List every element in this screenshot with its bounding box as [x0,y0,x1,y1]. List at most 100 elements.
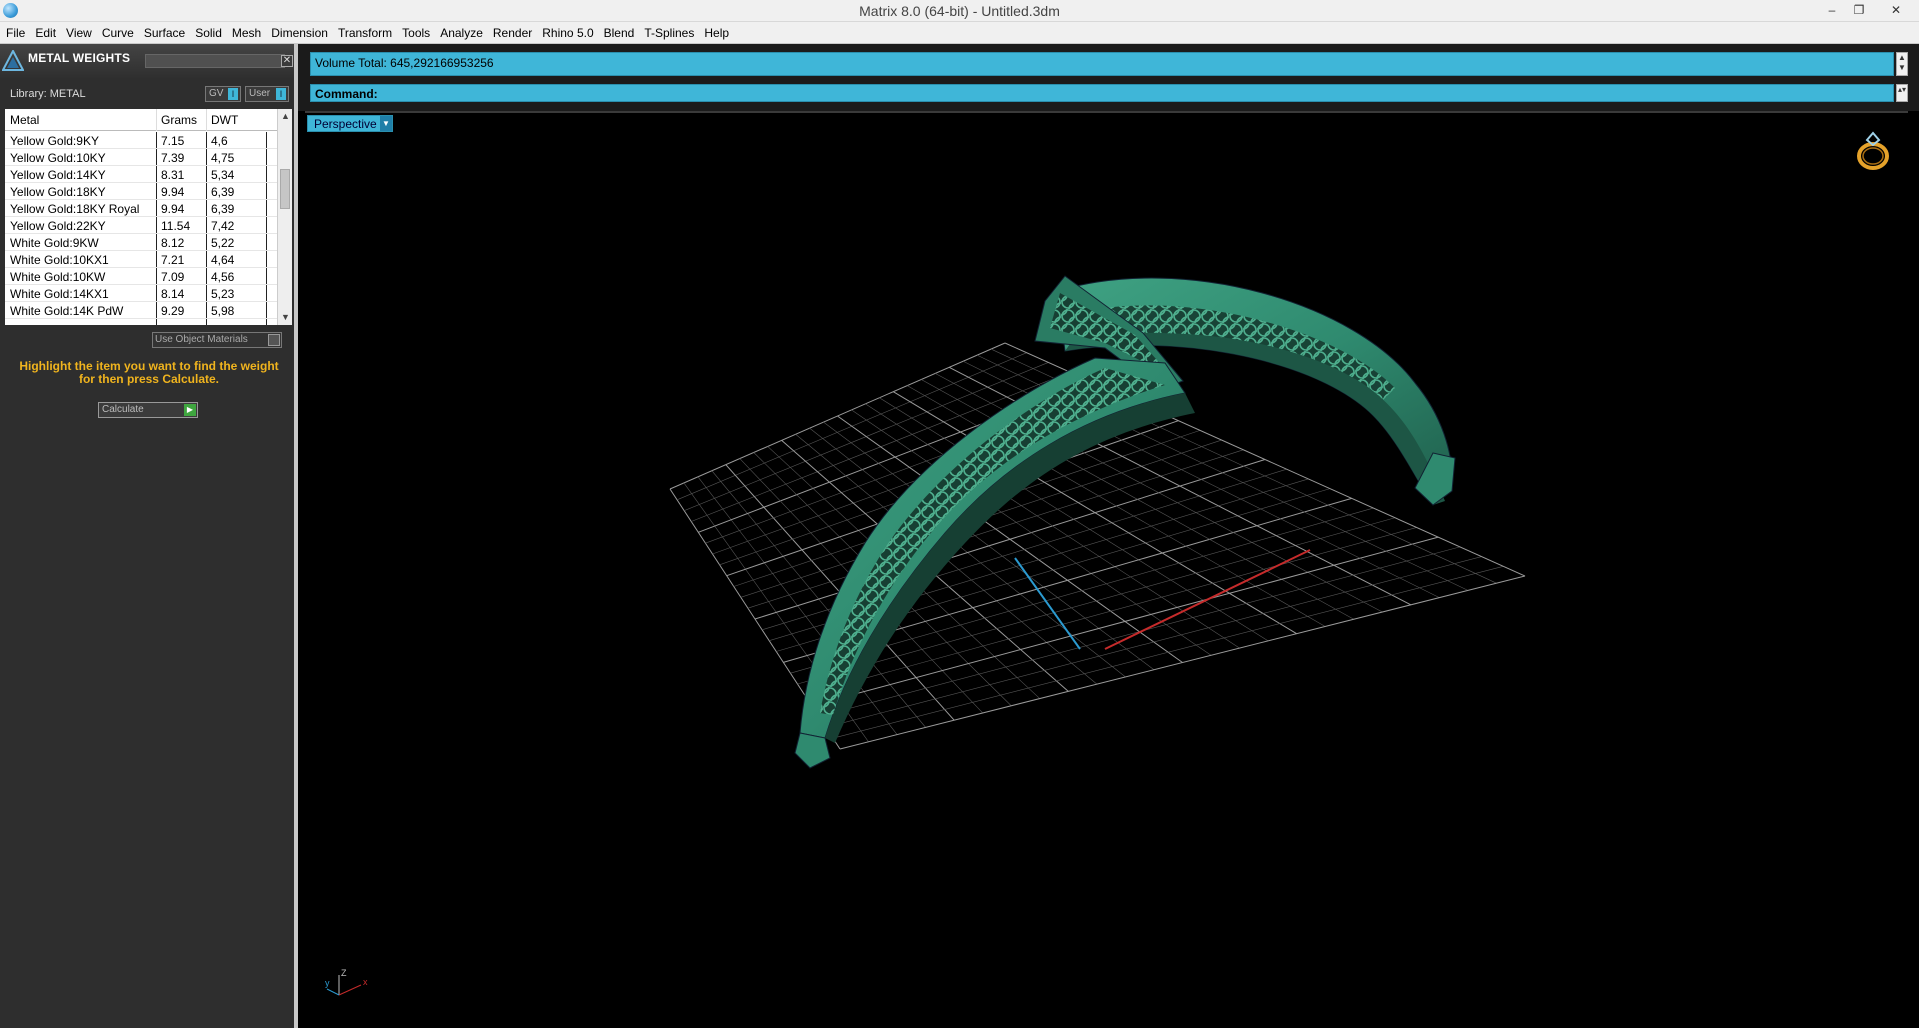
menu-file[interactable]: File [0,22,30,44]
table-row[interactable]: Yellow Gold:14KY 8.31 5,34 [5,166,277,183]
table-scrollbar[interactable]: ▲ ▼ [277,109,292,325]
dwt-cell: 4,75 [211,151,235,165]
dwt-cell: 5,34 [211,168,235,182]
grams-cell: 7.09 [161,270,185,284]
grams-cell: 7.39 [161,151,185,165]
viewport-name: Perspective [314,117,377,131]
grid-line [832,566,1504,739]
menu-tools[interactable]: Tools [397,22,435,44]
perspective-viewport[interactable]: Perspective ▼ Z x y [305,111,1908,1028]
column-header-grams[interactable]: Grams [161,113,197,127]
command-scroll-icon[interactable]: ▴▾ [1896,84,1908,102]
grams-cell: 9.94 [161,185,185,199]
command-label: Command: [315,87,378,101]
grams-cell: 9.29 [161,304,185,318]
restore-button[interactable]: ❐ [1845,0,1873,20]
axis-label-y: y [325,978,330,988]
use-object-materials-label: Use Object Materials [155,334,248,345]
menu-surface[interactable]: Surface [139,22,190,44]
menu-rhino[interactable]: Rhino 5.0 [537,22,598,44]
table-row[interactable]: Yellow Gold:18KY Royal 9.94 6,39 [5,200,277,217]
grams-cell: 11.54 [161,219,191,233]
title-bar: Matrix 8.0 (64-bit) - Untitled.3dm – ❐ ✕ [0,0,1919,22]
command-line[interactable]: Command: [310,84,1894,102]
checkbox-indicator [268,334,280,346]
dwt-cell: 5,98 [211,304,235,318]
calculate-button[interactable]: Calculate ▶ [98,402,198,418]
use-object-materials-toggle[interactable]: Use Object Materials [152,332,282,348]
library-label: Library: METAL [10,88,86,100]
menu-help[interactable]: Help [699,22,734,44]
panel-title: METAL WEIGHTS [28,51,131,65]
menu-tsplines[interactable]: T-Splines [639,22,699,44]
panel-title-bar[interactable] [145,54,285,68]
3d-scene[interactable] [305,113,1908,1028]
grid-line [839,575,1526,750]
dwt-cell: 6,39 [211,185,235,199]
user-toggle-indicator: I [276,88,286,100]
metal-cell: White Gold:14KX1 [10,287,109,301]
column-header-dwt[interactable]: DWT [211,113,238,127]
dwt-cell: 5,22 [211,236,235,250]
ring-model [794,275,1456,769]
menu-curve[interactable]: Curve [97,22,139,44]
volume-history: Volume Total: 645,292166953256 [310,52,1894,76]
scroll-thumb[interactable] [280,169,290,209]
panel-close-button[interactable]: ✕ [281,55,293,67]
chevron-down-icon[interactable]: ▼ [380,116,392,131]
menu-view[interactable]: View [61,22,97,44]
calculate-label: Calculate [102,404,144,415]
menu-bar: File Edit View Curve Surface Solid Mesh … [0,22,1919,44]
table-row[interactable]: White Gold:10KW 7.09 4,56 [5,268,277,285]
menu-render[interactable]: Render [488,22,537,44]
table-header: Metal Grams DWT [5,109,277,131]
table-row[interactable]: Yellow Gold:9KY 7.15 4,6 [5,132,277,149]
x-axis-line [1104,549,1311,650]
table-row[interactable]: White Gold:9KW 8.12 5,22 [5,234,277,251]
menu-mesh[interactable]: Mesh [227,22,266,44]
user-toggle[interactable]: User I [245,86,289,102]
table-body: Yellow Gold:9KY 7.15 4,6 Yellow Gold:10KY 7.… [5,132,277,319]
metal-cell: White Gold:9KW [10,236,99,250]
table-row[interactable]: Yellow Gold:18KY 9.94 6,39 [5,183,277,200]
menu-edit[interactable]: Edit [30,22,61,44]
header-divider [156,109,157,131]
table-row[interactable]: Yellow Gold:10KY 7.39 4,75 [5,149,277,166]
grams-cell: 8.14 [161,287,185,301]
axis-label-x: x [363,977,368,987]
table-row[interactable]: White Gold:10KX1 7.21 4,64 [5,251,277,268]
grams-cell: 8.12 [161,236,185,250]
menu-blend[interactable]: Blend [599,22,640,44]
close-window-button[interactable]: ✕ [1882,0,1910,20]
history-scroll-icon[interactable]: ▲ ▼ [1896,52,1908,76]
ring-icon[interactable] [1851,129,1895,173]
grams-cell: 7.15 [161,134,185,148]
metal-cell: White Gold:10KW [10,270,106,284]
metal-cell: Yellow Gold:9KY [10,134,99,148]
minimize-button[interactable]: – [1818,0,1846,20]
menu-dimension[interactable]: Dimension [266,22,333,44]
gv-toggle[interactable]: GV I [205,86,241,102]
table-row[interactable]: White Gold:14KX1 8.14 5,23 [5,285,277,302]
dwt-cell: 5,23 [211,287,235,301]
hint-text: Highlight the item you want to find the … [19,359,279,386]
axis-label-z: Z [341,968,347,978]
metal-cell: Yellow Gold:10KY [10,151,106,165]
metal-cell: Yellow Gold:22KY [10,219,106,233]
header-divider [206,109,207,131]
table-row[interactable]: Yellow Gold:22KY 11.54 7,42 [5,217,277,234]
matrix-logo-icon [2,50,24,71]
user-toggle-label: User [249,88,271,99]
menu-analyze[interactable]: Analyze [435,22,488,44]
menu-transform[interactable]: Transform [333,22,397,44]
volume-total-text: Volume Total: 645,292166953256 [315,56,494,70]
scroll-up-icon[interactable]: ▲ [278,109,292,124]
column-header-metal[interactable]: Metal [10,113,39,127]
axis-triad-icon: Z x y [325,968,368,996]
viewport-tab[interactable]: Perspective ▼ [307,115,393,132]
menu-solid[interactable]: Solid [190,22,227,44]
dwt-cell: 4,64 [211,253,235,267]
scroll-down-icon[interactable]: ▼ [278,310,292,325]
command-area: Volume Total: 645,292166953256 ▲ ▼ Comman… [298,44,1919,111]
table-row[interactable]: White Gold:14K PdW 9.29 5,98 [5,302,277,319]
